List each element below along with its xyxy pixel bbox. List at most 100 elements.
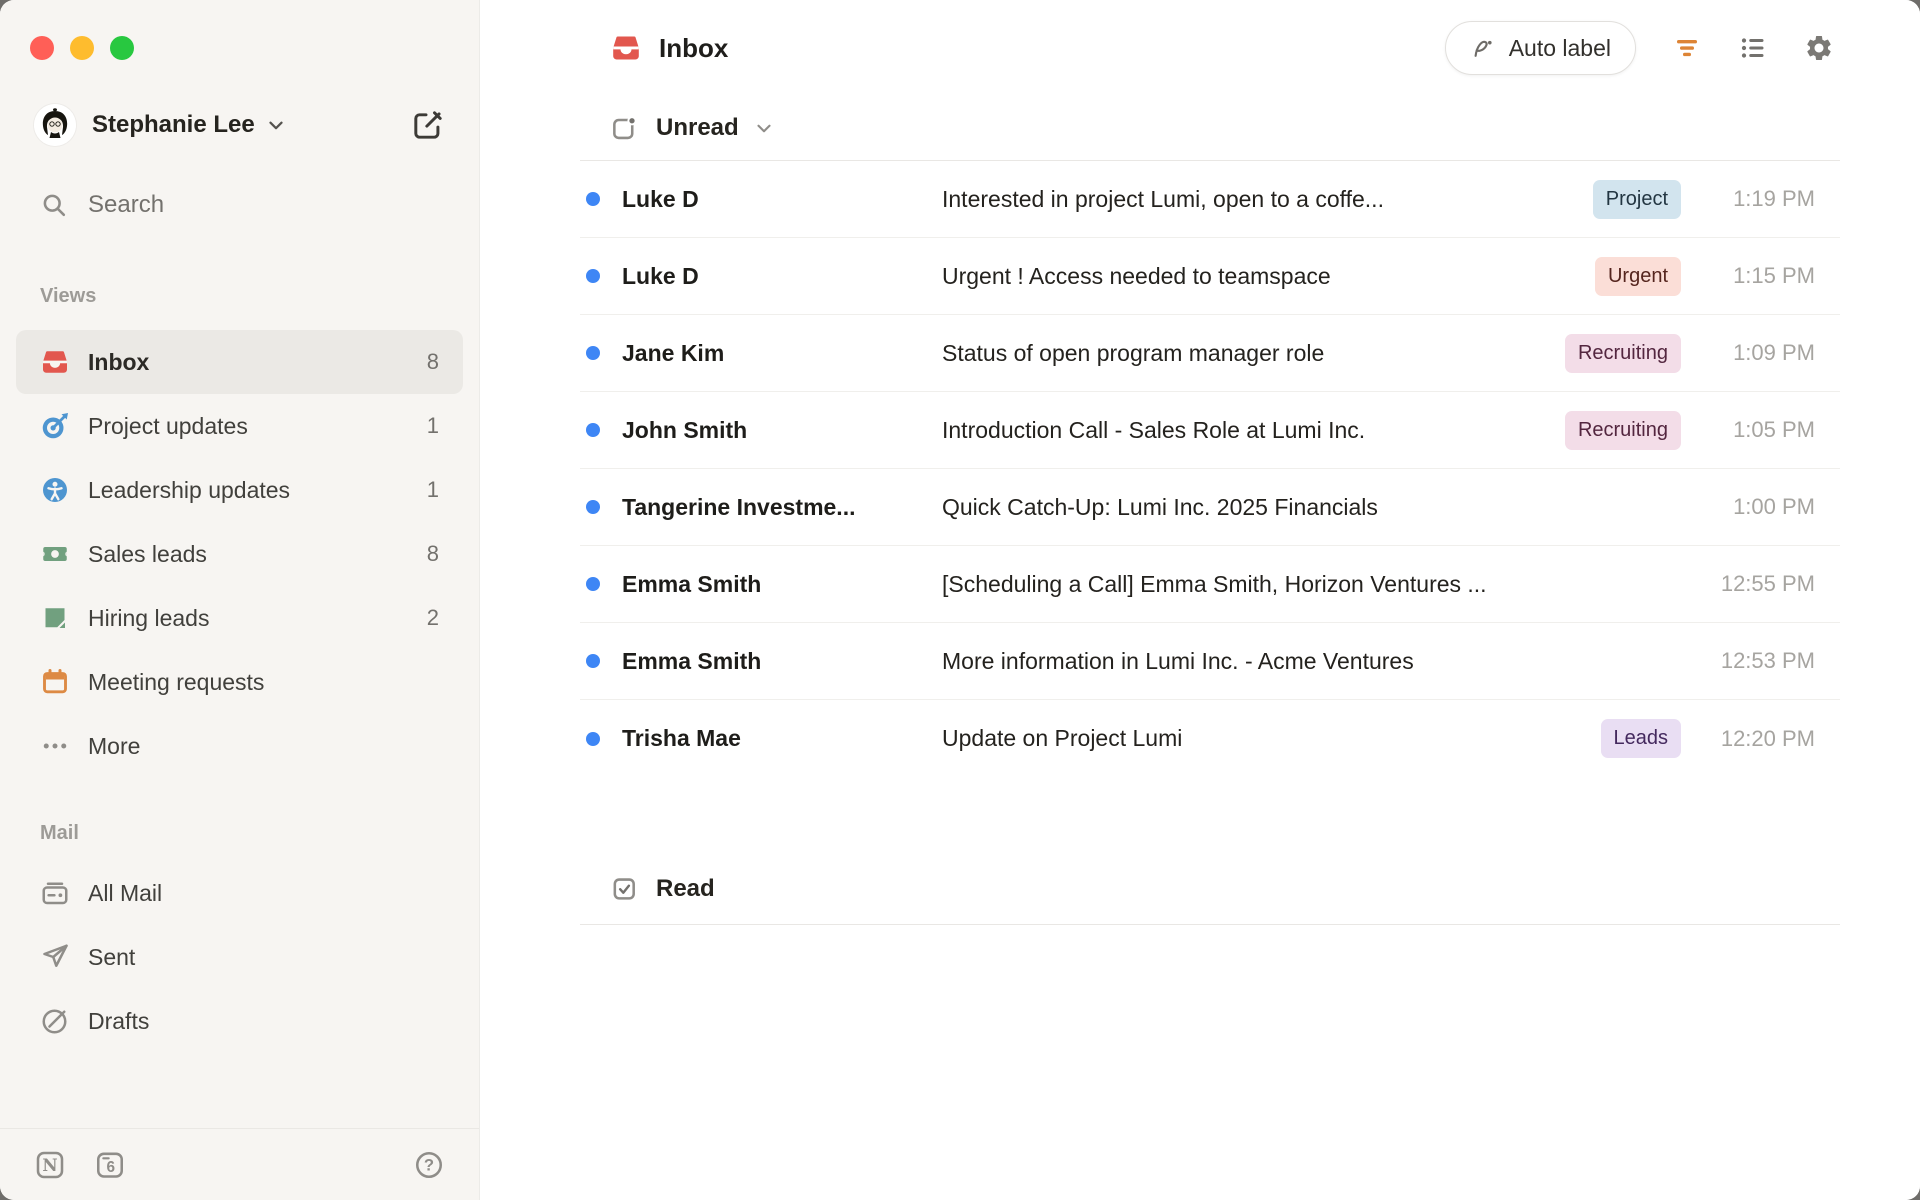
read-section-header[interactable]: Read: [580, 853, 1840, 925]
inbox-icon: [40, 347, 70, 377]
tag-chip: Recruiting: [1564, 333, 1681, 373]
help-button[interactable]: ?: [413, 1149, 445, 1181]
sidebar-item-label: Inbox: [88, 348, 150, 375]
inbox-icon: [610, 32, 642, 64]
email-sender: Emma Smith: [622, 570, 762, 597]
sidebar-item-sent[interactable]: Sent: [16, 925, 463, 989]
tag-chip: Recruiting: [1564, 410, 1681, 450]
sidebar-item-label: Leadership updates: [88, 476, 291, 503]
window-controls: [0, 0, 479, 60]
auto-label-button[interactable]: Auto label: [1444, 21, 1636, 75]
calendar-app-icon[interactable]: 6: [94, 1149, 126, 1181]
unread-count: 8: [426, 541, 439, 566]
email-time: 12:20 PM: [1720, 725, 1815, 751]
sidebar-item-drafts[interactable]: Drafts: [16, 989, 463, 1053]
main-panel: Inbox Auto label Unread Luke D Intereste…: [480, 0, 1920, 1200]
svg-text:6: 6: [107, 1159, 116, 1176]
tag-chip: Urgent: [1594, 256, 1681, 296]
sidebar-item-all-mail[interactable]: All Mail: [16, 861, 463, 925]
compose-button[interactable]: [411, 108, 445, 142]
email-row[interactable]: Luke D Urgent ! Access needed to teamspa…: [580, 238, 1840, 315]
svg-text:?: ?: [424, 1155, 434, 1174]
email-row[interactable]: Emma Smith More information in Lumi Inc.…: [580, 623, 1840, 700]
search-label: Search: [88, 191, 165, 218]
sidebar-item-sales-leads[interactable]: Sales leads 8: [16, 522, 463, 586]
unread-count: 2: [426, 605, 439, 630]
email-sender: Luke D: [622, 185, 699, 212]
email-time: 12:55 PM: [1720, 571, 1815, 596]
sidebar-item-leadership-updates[interactable]: Leadership updates 1: [16, 458, 463, 522]
email-subject: Introduction Call - Sales Role at Lumi I…: [942, 416, 1366, 443]
sidebar-item-project-updates[interactable]: Project updates 1: [16, 394, 463, 458]
email-subject: Interested in project Lumi, open to a co…: [942, 185, 1384, 212]
target-icon: [40, 411, 70, 441]
email-subject: Quick Catch-Up: Lumi Inc. 2025 Financial…: [942, 493, 1378, 520]
sidebar-item-label: All Mail: [88, 879, 163, 906]
settings-gear-icon[interactable]: [1804, 33, 1834, 63]
email-time: 12:53 PM: [1720, 648, 1815, 673]
email-row[interactable]: Emma Smith [Scheduling a Call] Emma Smit…: [580, 546, 1840, 623]
email-subject: Update on Project Lumi: [942, 725, 1183, 751]
calendar-icon: [40, 667, 70, 697]
email-subject: Status of open program manager role: [942, 339, 1325, 366]
search-button[interactable]: Search: [40, 183, 445, 227]
email-sender: John Smith: [622, 416, 748, 443]
sidebar-item-label: Drafts: [88, 1007, 150, 1034]
email-row[interactable]: Trisha Mae Update on Project Lumi Leads …: [580, 700, 1840, 777]
sidebar-item-inbox[interactable]: Inbox 8: [16, 330, 463, 394]
minimize-window-button[interactable]: [70, 36, 94, 60]
email-sender: Emma Smith: [622, 647, 762, 674]
zoom-window-button[interactable]: [110, 36, 134, 60]
sidebar: Stephanie Lee Search Views Inbox 8 Proje…: [0, 0, 480, 1200]
list-view-icon[interactable]: [1738, 33, 1768, 63]
sidebar-item-label: Hiring leads: [88, 604, 210, 631]
email-sender: Trisha Mae: [622, 725, 741, 751]
app-window: Stephanie Lee Search Views Inbox 8 Proje…: [0, 0, 1920, 1200]
email-row[interactable]: Tangerine Investme... Quick Catch-Up: Lu…: [580, 469, 1840, 546]
unread-dot: [582, 192, 622, 206]
header-actions: Auto label: [1444, 21, 1834, 75]
email-subject: Urgent ! Access needed to teamspace: [942, 262, 1331, 289]
page-title: Inbox: [659, 32, 729, 63]
unread-square-icon: [610, 114, 639, 143]
email-subject: More information in Lumi Inc. - Acme Ven…: [942, 647, 1414, 674]
pencil-circle-icon: [40, 1006, 70, 1036]
close-window-button[interactable]: [30, 36, 54, 60]
email-time: 1:19 PM: [1733, 186, 1815, 211]
sidebar-footer: N 6 ?: [0, 1128, 479, 1200]
sidebar-item-hiring-leads[interactable]: Hiring leads 2: [16, 586, 463, 650]
email-list: Luke D Interested in project Lumi, open …: [580, 161, 1840, 777]
notion-app-icon[interactable]: N: [34, 1149, 66, 1181]
tag-chip: Project: [1592, 179, 1681, 219]
filter-icon[interactable]: [1672, 33, 1702, 63]
main-header: Inbox Auto label: [580, 0, 1840, 96]
ellipsis-icon: [40, 731, 70, 761]
email-time: 1:00 PM: [1733, 494, 1815, 519]
email-sender: Luke D: [622, 262, 699, 289]
svg-text:N: N: [42, 1155, 57, 1175]
unread-dot: [582, 731, 622, 746]
banknote-icon: [40, 539, 70, 569]
email-row[interactable]: Jane Kim Status of open program manager …: [580, 315, 1840, 392]
account-switcher[interactable]: Stephanie Lee: [34, 103, 445, 147]
sidebar-item-meeting-requests[interactable]: Meeting requests: [16, 650, 463, 714]
email-subject: [Scheduling a Call] Emma Smith, Horizon …: [942, 570, 1487, 597]
unread-dot: [582, 577, 622, 591]
email-row[interactable]: Luke D Interested in project Lumi, open …: [580, 161, 1840, 238]
unread-section-header[interactable]: Unread: [580, 96, 1840, 161]
unread-dot: [582, 346, 622, 360]
email-time: 1:15 PM: [1733, 263, 1815, 288]
read-label: Read: [656, 874, 715, 902]
sidebar-item-label: Project updates: [88, 412, 248, 439]
email-row[interactable]: John Smith Introduction Call - Sales Rol…: [580, 392, 1840, 469]
sidebar-item-label: Sales leads: [88, 540, 207, 567]
user-name: Stephanie Lee: [92, 111, 255, 138]
sidebar-item-more[interactable]: More: [16, 714, 463, 778]
sidebar-item-label: Meeting requests: [88, 668, 265, 695]
sidebar-item-label: More: [88, 732, 141, 759]
email-time: 1:09 PM: [1733, 340, 1815, 365]
views-nav: Inbox 8 Project updates 1 Leadership upd…: [0, 330, 479, 778]
section-title-views: Views: [40, 285, 97, 307]
magic-wand-icon: [1470, 35, 1497, 62]
unread-dot: [582, 500, 622, 514]
